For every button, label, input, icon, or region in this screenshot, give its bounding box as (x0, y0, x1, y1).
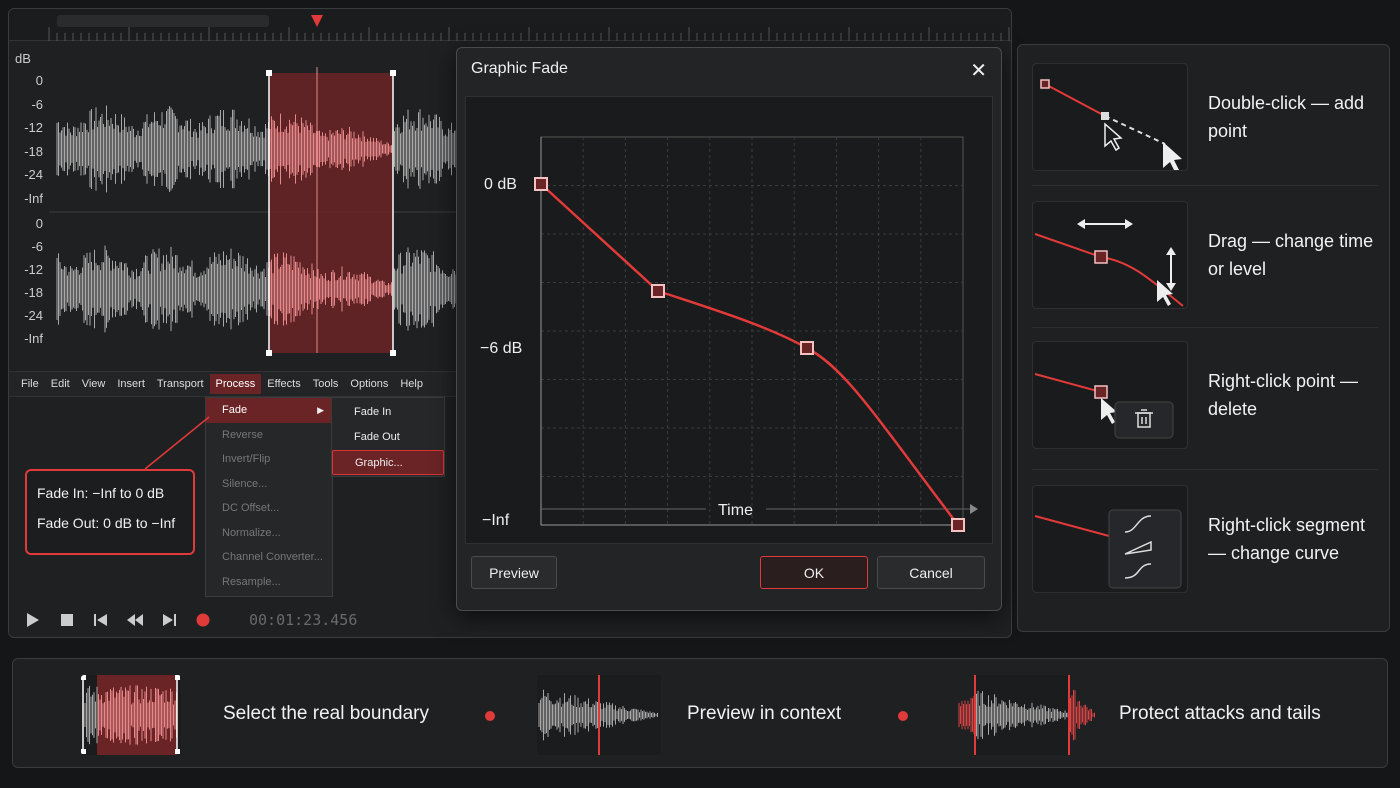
ok-button[interactable]: OK (760, 556, 868, 589)
process-menu-dc-offset[interactable]: DC Offset... (206, 496, 332, 521)
tip-select-boundary: Select the real boundary (223, 703, 429, 724)
playhead-marker-icon (311, 15, 323, 27)
menu-insert[interactable]: Insert (111, 374, 151, 394)
timecode-display: 00:01:23.456 (249, 611, 358, 629)
tip-drag-point: Drag — change time or level (1032, 201, 1378, 311)
select-boundary-thumbnail (81, 675, 181, 755)
y-label-0db: 0 dB (484, 176, 517, 193)
preview-context-thumbnail (537, 675, 661, 755)
add-point-icon (1032, 63, 1188, 171)
record-icon[interactable] (193, 610, 213, 630)
drag-point-icon (1032, 201, 1188, 309)
callout-fade-out: Fade Out: 0 dB to −Inf (37, 515, 176, 531)
fade-graph[interactable]: 0 dB −6 dB −Inf Time (465, 96, 993, 544)
tip-text: Drag — change time or level (1208, 231, 1374, 279)
fade-curve (540, 183, 959, 526)
tip-protect-attacks: Protect attacks and tails (1119, 703, 1321, 724)
x-axis-label: Time (718, 502, 753, 519)
db-axis-label: dB (15, 51, 31, 66)
dialog-title: Graphic Fade (471, 60, 568, 77)
menu-help[interactable]: Help (394, 374, 429, 394)
callout-fade-in: Fade In: −Inf to 0 dB (37, 485, 165, 501)
curve-point[interactable] (651, 284, 665, 298)
fade-submenu: Fade In Fade Out Graphic... (331, 397, 445, 477)
protect-attacks-thumbnail (957, 675, 1097, 755)
submenu-graphic[interactable]: Graphic... (332, 450, 444, 475)
separator-dot-icon (485, 711, 495, 721)
rewind-icon[interactable] (125, 610, 145, 630)
menu-bar: File Edit View Insert Transport Process … (9, 371, 469, 397)
submenu-fade-out[interactable]: Fade Out (332, 425, 444, 450)
fade-range-callout: Fade In: −Inf to 0 dB Fade Out: 0 dB to … (25, 469, 195, 555)
menu-view[interactable]: View (76, 374, 112, 394)
menu-process[interactable]: Process (209, 374, 262, 394)
menu-effects[interactable]: Effects (261, 374, 306, 394)
tip-text: Double-click — add point (1208, 93, 1365, 141)
tip-change-curve: Right-click segment — change curve (1032, 485, 1378, 595)
transport-bar: 00:01:23.456 (9, 601, 469, 637)
stop-icon[interactable] (57, 610, 77, 630)
time-axis-arrow-icon (970, 504, 978, 514)
waveform-view[interactable] (9, 67, 469, 367)
menu-options[interactable]: Options (344, 374, 394, 394)
preview-button[interactable]: Preview (471, 556, 557, 589)
timeline-ruler[interactable] (9, 9, 1011, 41)
cancel-button[interactable]: Cancel (877, 556, 985, 589)
skip-end-icon[interactable] (159, 610, 179, 630)
tip-text: Right-click point — delete (1208, 371, 1359, 419)
y-label-inf: −Inf (482, 512, 510, 529)
tip-preview-context: Preview in context (687, 703, 842, 724)
separator-dot-icon (898, 711, 908, 721)
y-label-6db: −6 dB (480, 340, 522, 357)
curve-shape-icon (1032, 485, 1188, 593)
play-icon[interactable] (23, 610, 43, 630)
curve-point[interactable] (534, 177, 548, 191)
curve-point[interactable] (800, 341, 814, 355)
menu-file[interactable]: File (15, 374, 45, 394)
delete-point-icon (1032, 341, 1188, 449)
graphic-fade-dialog: Graphic Fade ✕ 0 dB −6 dB −Inf Time Prev… (456, 47, 1002, 611)
submenu-fade-in[interactable]: Fade In (332, 400, 444, 425)
process-menu-normalize[interactable]: Normalize... (206, 521, 332, 546)
tips-panel: Double-click — add point Drag — change t… (1017, 44, 1390, 632)
tip-text: Right-click segment — change curve (1208, 515, 1366, 563)
menu-transport[interactable]: Transport (151, 374, 210, 394)
tip-add-point: Double-click — add point (1032, 63, 1378, 173)
curve-point[interactable] (951, 518, 965, 532)
close-icon[interactable]: ✕ (970, 58, 987, 83)
menu-tools[interactable]: Tools (307, 374, 345, 394)
tip-delete-point: Right-click point — delete (1032, 341, 1378, 451)
menu-edit[interactable]: Edit (45, 374, 76, 394)
tips-strip: Select the real boundary Preview in cont… (12, 658, 1388, 768)
process-menu-channel-converter[interactable]: Channel Converter... (206, 545, 332, 570)
graph-grid (540, 136, 964, 526)
ruler-ticks (48, 15, 1010, 41)
process-menu-resample[interactable]: Resample... (206, 570, 332, 595)
skip-start-icon[interactable] (91, 610, 111, 630)
